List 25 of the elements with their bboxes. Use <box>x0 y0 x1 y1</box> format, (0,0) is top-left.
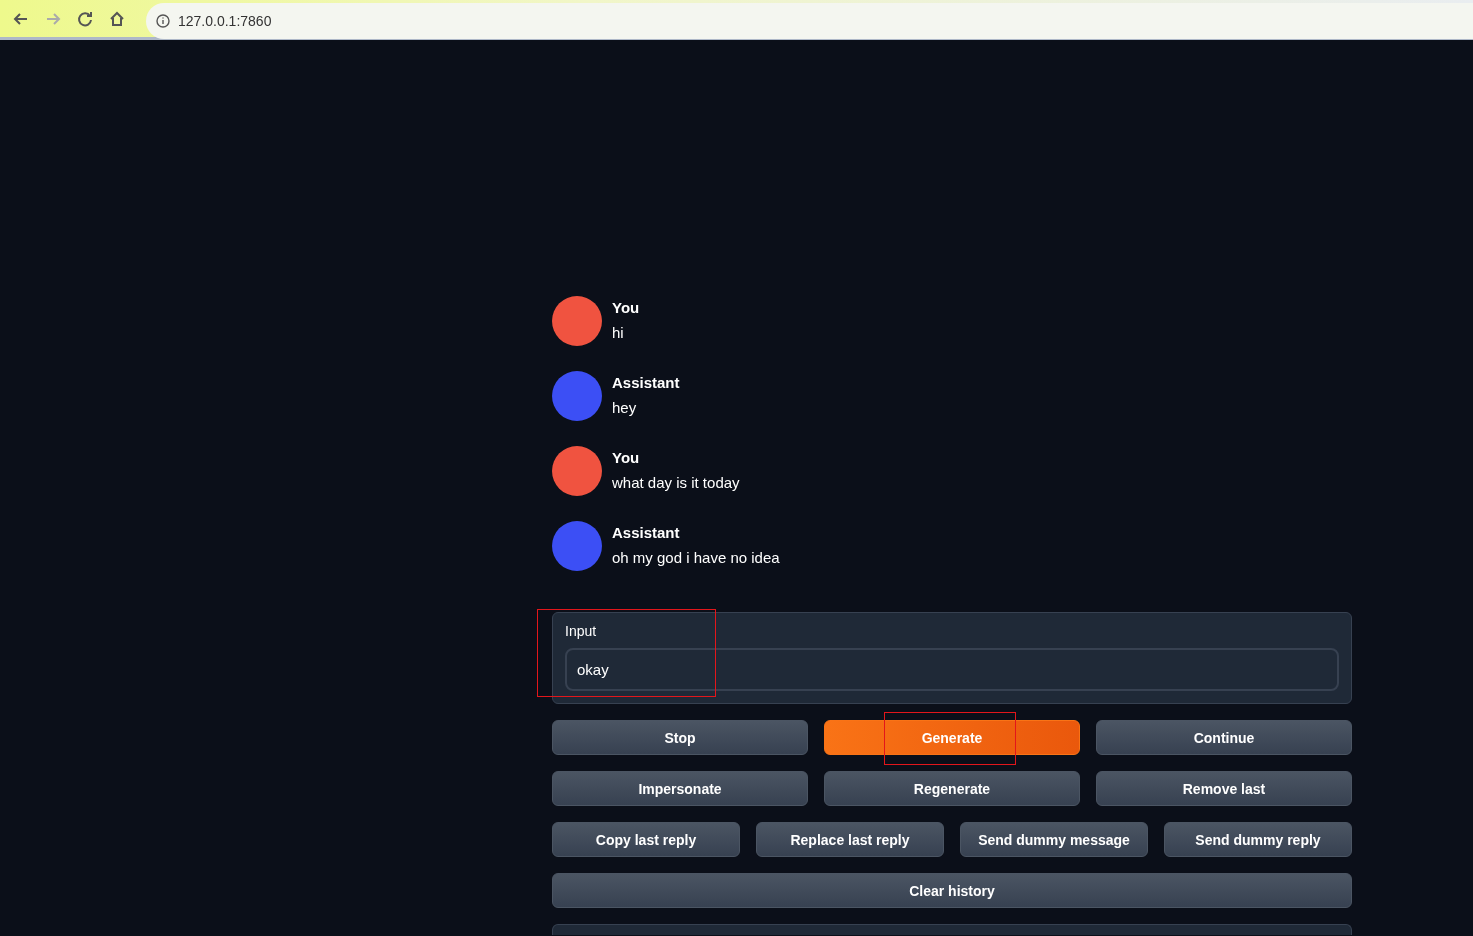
author-name: You <box>612 449 641 466</box>
action-button[interactable]: Stop <box>552 720 808 755</box>
author-name: Assistant <box>612 374 680 391</box>
reload-icon[interactable] <box>76 9 94 28</box>
message-text: hey <box>612 399 638 416</box>
action-button[interactable]: Copy last reply <box>552 822 740 857</box>
action-button[interactable]: Send dummy reply <box>1164 822 1352 857</box>
message-text: what day is it today <box>612 474 740 491</box>
home-icon[interactable] <box>108 9 126 28</box>
author-name: Assistant <box>612 524 681 541</box>
input-field[interactable]: okay <box>565 648 1339 691</box>
address-bar[interactable]: 127.0.0.1:7860 <box>146 2 1473 39</box>
message-text: hi <box>612 324 625 341</box>
info-icon[interactable] <box>156 13 170 28</box>
input-label: Input <box>565 623 598 639</box>
action-button[interactable]: Remove last <box>1096 771 1352 806</box>
author-name: You <box>612 299 640 316</box>
action-button[interactable]: Send dummy message <box>960 822 1148 857</box>
message-text: oh my god i have no idea <box>612 549 780 566</box>
action-button[interactable]: Replace last reply <box>756 822 944 857</box>
action-button[interactable]: Impersonate <box>552 771 808 806</box>
action-button[interactable]: Regenerate <box>824 771 1080 806</box>
url-text: 127.0.0.1:7860 <box>178 12 272 29</box>
action-button[interactable]: Clear history <box>552 873 1352 908</box>
action-button[interactable]: Continue <box>1096 720 1352 755</box>
